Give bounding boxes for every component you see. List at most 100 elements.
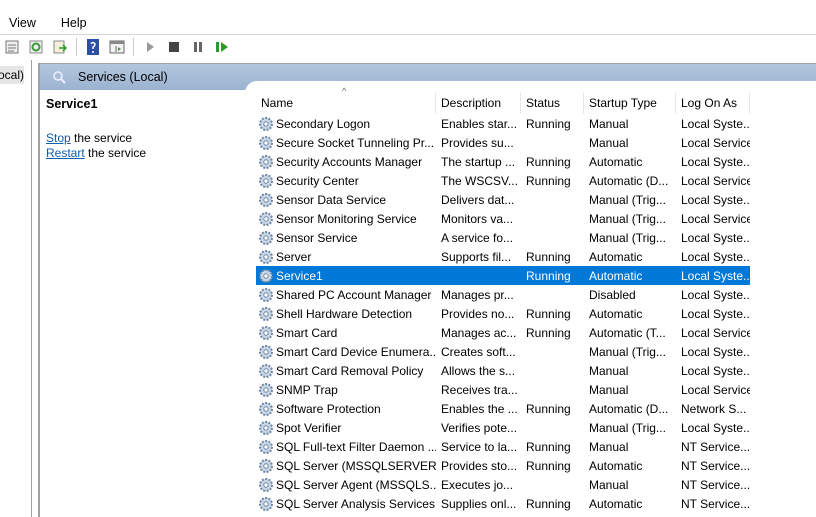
pause-service-icon[interactable] bbox=[189, 38, 207, 56]
cell-name: Service1 bbox=[256, 268, 436, 284]
table-row[interactable]: Sensor Service A service fo... Manual (Tri… bbox=[256, 228, 750, 247]
service-name: SQL Full-text Filter Daemon ... bbox=[276, 439, 436, 454]
cell-log-on-as: Local Service bbox=[681, 325, 750, 340]
table-row[interactable]: Shared PC Account Manager Manages pr... Di… bbox=[256, 285, 750, 304]
table-row[interactable]: Spot Verifier Verifies pote... Manual (Tri… bbox=[256, 418, 750, 437]
cell-status: Running bbox=[526, 173, 571, 188]
table-row[interactable]: SQL Server Agent (MSSQLS... Executes jo..… bbox=[256, 475, 750, 494]
service-gear-icon bbox=[259, 116, 273, 131]
table-row[interactable]: Smart Card Device Enumera... Creates soft… bbox=[256, 342, 750, 361]
cell-description: Creates soft... bbox=[441, 344, 516, 359]
service-name: Sensor Data Service bbox=[276, 192, 387, 207]
table-row[interactable]: Sensor Data Service Delivers dat... Manual… bbox=[256, 190, 750, 209]
column-header-name[interactable]: Name bbox=[256, 93, 436, 114]
cell-name: Smart Card bbox=[256, 325, 436, 341]
cell-description: Provides su... bbox=[441, 135, 514, 150]
cell-log-on-as: Local Service bbox=[681, 211, 750, 226]
cell-description: Service to la... bbox=[441, 439, 518, 454]
service-gear-icon bbox=[259, 325, 273, 340]
service-gear-icon bbox=[259, 420, 273, 435]
cell-name: Smart Card Device Enumera... bbox=[256, 344, 436, 360]
cell-log-on-as: Local Service bbox=[681, 173, 750, 188]
service-name: Secure Socket Tunneling Pr... bbox=[276, 135, 435, 150]
service-name: SQL Server Analysis Services... bbox=[276, 496, 436, 511]
table-row[interactable]: Sensor Monitoring Service Monitors va... M… bbox=[256, 209, 750, 228]
stop-service-text: the service bbox=[70, 131, 133, 145]
restart-service-icon[interactable] bbox=[213, 38, 231, 56]
cell-log-on-as: Local Syste... bbox=[681, 344, 750, 359]
service-name: Shell Hardware Detection bbox=[276, 306, 413, 321]
service-gear-icon bbox=[259, 230, 273, 245]
service-name: Sensor Monitoring Service bbox=[276, 211, 417, 226]
service-name: SNMP Trap bbox=[276, 382, 338, 397]
cell-status: Running bbox=[526, 268, 571, 283]
cell-startup-type: Automatic (T... bbox=[589, 325, 666, 340]
cell-startup-type: Automatic bbox=[589, 268, 643, 283]
export-list-icon[interactable] bbox=[51, 38, 69, 56]
table-row[interactable]: SQL Server Analysis Services... Supplies … bbox=[256, 494, 750, 513]
cell-name: SQL Server (MSSQLSERVER) bbox=[256, 458, 436, 474]
services-pane: Services (Local) Service1 Stop the servi… bbox=[38, 63, 816, 517]
table-row[interactable]: Secondary Logon Enables star... Running Man… bbox=[256, 114, 750, 133]
column-header-description[interactable]: Description bbox=[436, 93, 521, 114]
service-name: Sensor Service bbox=[276, 230, 358, 245]
cell-status: Running bbox=[526, 249, 571, 264]
cell-log-on-as: NT Service... bbox=[681, 458, 750, 473]
table-row[interactable]: Service1 Running Automatic Local Syste... bbox=[256, 266, 750, 285]
cell-status: Running bbox=[526, 439, 571, 454]
table-row[interactable]: SNMP Trap Receives tra... Manual Local Serv… bbox=[256, 380, 750, 399]
show-hide-pane-icon[interactable] bbox=[108, 38, 126, 56]
sort-ascending-icon: ^ bbox=[342, 86, 347, 96]
cell-startup-type: Automatic bbox=[589, 154, 643, 169]
column-header-startup-type[interactable]: Startup Type bbox=[584, 93, 676, 114]
table-row[interactable]: Server Supports fil... Running Automatic Loc… bbox=[256, 247, 750, 266]
stop-service-link[interactable]: Stop bbox=[46, 131, 71, 145]
table-row[interactable]: Secure Socket Tunneling Pr... Provides su… bbox=[256, 133, 750, 152]
cell-startup-type: Automatic (D... bbox=[589, 173, 669, 188]
table-row[interactable]: Security Accounts Manager The startup ...… bbox=[256, 152, 750, 171]
cell-log-on-as: Local Syste... bbox=[681, 287, 750, 302]
cell-description: The WSCSV... bbox=[441, 173, 518, 188]
cell-startup-type: Automatic bbox=[589, 458, 643, 473]
table-row[interactable]: Smart Card Manages ac... Running Automatic … bbox=[256, 323, 750, 342]
extended-description: Service1 Stop the service Restart the se… bbox=[46, 97, 236, 161]
toolbar bbox=[0, 36, 234, 58]
table-row[interactable]: Smart Card Removal Policy Allows the s...… bbox=[256, 361, 750, 380]
cell-startup-type: Automatic bbox=[589, 306, 643, 321]
cell-log-on-as: Local Syste... bbox=[681, 363, 750, 378]
menu-help[interactable]: Help bbox=[61, 16, 87, 30]
cell-name: SNMP Trap bbox=[256, 382, 436, 398]
properties-icon[interactable] bbox=[3, 38, 21, 56]
table-row[interactable]: Security Center The WSCSV... Running Automa… bbox=[256, 171, 750, 190]
cell-startup-type: Disabled bbox=[589, 287, 636, 302]
service-gear-icon bbox=[259, 192, 273, 207]
restart-service-link[interactable]: Restart bbox=[46, 146, 85, 160]
cell-name: Sensor Monitoring Service bbox=[256, 211, 436, 227]
column-header-log-on-as[interactable]: Log On As bbox=[676, 93, 750, 114]
service-gear-icon bbox=[259, 382, 273, 397]
table-row[interactable]: SQL Server (MSSQLSERVER) Provides sto... R… bbox=[256, 456, 750, 475]
service-gear-icon bbox=[259, 458, 273, 473]
cell-log-on-as: Local Service bbox=[681, 135, 750, 150]
table-row[interactable]: Software Protection Enables the ... Runnin… bbox=[256, 399, 750, 418]
menu-view[interactable]: View bbox=[9, 16, 36, 30]
service-name: Server bbox=[276, 249, 312, 264]
stop-service-icon[interactable] bbox=[165, 38, 183, 56]
table-row[interactable]: Shell Hardware Detection Provides no... Ru… bbox=[256, 304, 750, 323]
refresh-icon[interactable] bbox=[27, 38, 45, 56]
help-icon[interactable] bbox=[84, 38, 102, 56]
column-header-status[interactable]: Status bbox=[521, 93, 584, 114]
service-gear-icon bbox=[259, 306, 273, 321]
cell-startup-type: Manual bbox=[589, 116, 629, 131]
service-gear-icon bbox=[259, 496, 273, 511]
restart-service-text: the service bbox=[84, 146, 147, 160]
cell-description: The startup ... bbox=[441, 154, 516, 169]
table-row[interactable]: SQL Full-text Filter Daemon ... Service t… bbox=[256, 437, 750, 456]
service-name: Smart Card Device Enumera... bbox=[276, 344, 436, 359]
selected-service-name: Service1 bbox=[46, 97, 98, 111]
service-name: Secondary Logon bbox=[276, 116, 371, 131]
tree-item-services-local[interactable]: Services (Local) bbox=[0, 66, 24, 84]
cell-name: Smart Card Removal Policy bbox=[256, 363, 436, 379]
divider bbox=[0, 34, 816, 35]
start-service-icon[interactable] bbox=[141, 38, 159, 56]
